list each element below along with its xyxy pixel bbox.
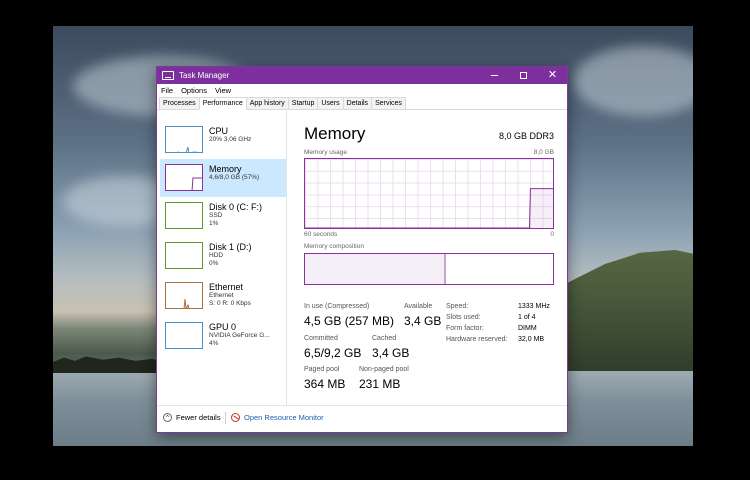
sidebar-item-detail: 4%: [209, 340, 219, 347]
slots-label: Slots used:: [446, 314, 481, 321]
resource-monitor-icon: [231, 413, 240, 422]
ethernet-thumbnail-graph: [165, 282, 203, 309]
sidebar-item-detail: SSD: [209, 212, 223, 219]
hardware-reserved-label: Hardware reserved:: [446, 336, 508, 343]
sidebar-item-ethernet[interactable]: Ethernet Ethernet S: 0 R: 0 Kbps: [160, 277, 286, 315]
sidebar-item-label: Ethernet: [209, 282, 244, 292]
tab-processes[interactable]: Processes: [159, 97, 200, 109]
memory-composition-label: Memory composition: [304, 243, 364, 250]
cloud: [573, 46, 693, 116]
in-use-label: In use (Compressed): [304, 303, 370, 310]
disk-0-thumbnail-graph: [165, 202, 203, 229]
cached-value: 3,4 GB: [372, 346, 410, 360]
tab-services[interactable]: Services: [371, 97, 406, 109]
paged-pool-value: 364 MB: [304, 377, 346, 391]
memory-usage-line: [305, 188, 553, 228]
task-manager-window: Task Manager ✕ File Options View Process…: [156, 66, 568, 433]
maximize-icon: [520, 72, 527, 79]
sidebar-item-detail: 20% 3,06 GHz: [209, 136, 252, 143]
sidebar-item-detail: S: 0 R: 0 Kbps: [209, 300, 251, 307]
window-controls: ✕: [480, 67, 567, 84]
available-label: Available: [404, 303, 433, 310]
fewer-details-button[interactable]: ^ Fewer details: [163, 413, 221, 422]
sidebar-item-label: Memory: [209, 164, 242, 174]
performance-content: CPU 20% 3,06 GHz Memory 4,6/8,0 GB (57%)…: [157, 111, 567, 405]
composition-in-use-segment: [305, 254, 447, 284]
chevron-up-icon: ^: [163, 413, 172, 422]
form-factor-label: Form factor:: [446, 325, 484, 332]
paged-pool-label: Paged pool: [304, 366, 340, 373]
menu-view[interactable]: View: [215, 86, 231, 95]
minimize-icon: [491, 75, 498, 76]
sidebar-item-label: Disk 0 (C: F:): [209, 202, 262, 212]
memory-usage-series: [305, 188, 553, 228]
sidebar-item-detail: 1%: [209, 220, 219, 227]
sidebar-item-detail: HDD: [209, 252, 224, 259]
committed-label: Committed: [304, 335, 338, 342]
menu-file[interactable]: File: [161, 86, 173, 95]
close-icon: ✕: [547, 69, 558, 81]
treeline: [53, 356, 163, 373]
sidebar-item-label: Disk 1 (D:): [209, 242, 252, 252]
mountain-right: [563, 250, 693, 376]
speed-label: Speed:: [446, 303, 469, 310]
sidebar-item-cpu[interactable]: CPU 20% 3,06 GHz: [160, 121, 286, 159]
memory-panel: Memory 8,0 GB DDR3 Memory usage 8,0 GB 6…: [304, 111, 558, 405]
footer-divider: [225, 412, 226, 424]
window-title: Task Manager: [179, 71, 230, 80]
sidebar-item-detail: 0%: [209, 260, 219, 267]
memory-capacity: 8,0 GB DDR3: [498, 131, 554, 141]
tab-performance[interactable]: Performance: [198, 97, 247, 110]
resource-monitor-label: Open Resource Monitor: [244, 413, 324, 422]
task-manager-icon: [162, 71, 174, 80]
slots-value: 1 of 4: [518, 314, 536, 321]
non-paged-pool-label: Non-paged pool: [359, 366, 409, 373]
memory-composition-bar[interactable]: [304, 253, 554, 285]
sidebar-item-memory[interactable]: Memory 4,6/8,0 GB (57%): [160, 159, 286, 197]
tab-details[interactable]: Details: [342, 97, 373, 109]
menu-bar: File Options View: [157, 84, 567, 97]
sidebar-item-detail: 4,6/8,0 GB (57%): [209, 174, 260, 181]
sidebar-item-label: CPU: [209, 126, 229, 136]
memory-usage-area: [305, 188, 553, 228]
disk-1-thumbnail-graph: [165, 242, 203, 269]
sidebar-item-label: GPU 0: [209, 322, 237, 332]
tab-app-history[interactable]: App history: [245, 97, 289, 109]
sidebar-item-disk-0[interactable]: Disk 0 (C: F:) SSD 1%: [160, 197, 286, 235]
non-paged-pool-value: 231 MB: [359, 377, 401, 391]
hardware-reserved-value: 32,0 MB: [518, 336, 545, 343]
resource-sidebar: CPU 20% 3,06 GHz Memory 4,6/8,0 GB (57%)…: [157, 111, 287, 405]
memory-usage-label: Memory usage: [304, 149, 347, 156]
sidebar-item-detail: Ethernet: [209, 292, 234, 299]
in-use-value: 4,5 GB (257 MB): [304, 314, 395, 328]
speed-value: 1333 MHz: [518, 303, 550, 310]
time-axis-end: 0: [550, 231, 554, 238]
sidebar-item-disk-1[interactable]: Disk 1 (D:) HDD 0%: [160, 237, 286, 275]
memory-usage-max: 8,0 GB: [533, 149, 554, 156]
tab-startup[interactable]: Startup: [287, 97, 319, 109]
gpu-thumbnail-graph: [165, 322, 203, 349]
page-title: Memory: [304, 124, 366, 143]
minimize-button[interactable]: [480, 67, 509, 84]
committed-value: 6,5/9,2 GB: [304, 346, 362, 360]
maximize-button[interactable]: [509, 67, 538, 84]
cpu-thumbnail-graph: [165, 126, 203, 153]
tab-users[interactable]: Users: [317, 97, 344, 109]
footer: ^ Fewer details Open Resource Monitor: [157, 405, 567, 432]
available-value: 3,4 GB: [404, 314, 442, 328]
sidebar-item-gpu-0[interactable]: GPU 0 NVIDIA GeForce G... 4%: [160, 317, 286, 355]
title-bar[interactable]: Task Manager ✕: [157, 67, 567, 84]
sidebar-item-detail: NVIDIA GeForce G...: [209, 332, 270, 339]
form-factor-value: DIMM: [518, 325, 537, 332]
fewer-details-label: Fewer details: [176, 413, 221, 422]
memory-usage-graph: [304, 158, 554, 229]
time-axis-start: 60 seconds: [304, 231, 338, 238]
open-resource-monitor-link[interactable]: Open Resource Monitor: [231, 413, 324, 422]
memory-thumbnail-graph: [165, 164, 203, 191]
close-button[interactable]: ✕: [538, 67, 567, 84]
tab-bar: Processes Performance App history Startu…: [157, 97, 567, 110]
cached-label: Cached: [372, 335, 397, 342]
menu-options[interactable]: Options: [181, 86, 207, 95]
